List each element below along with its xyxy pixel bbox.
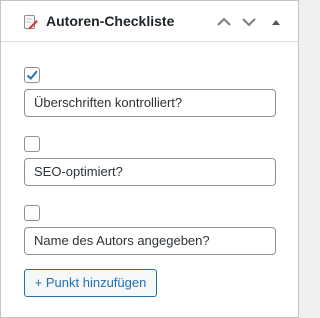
checklist-panel: Autoren-Checkliste Überschriften kontrol… bbox=[0, 0, 299, 318]
checklist-checkbox-3[interactable] bbox=[24, 205, 40, 221]
checklist-item-input-3[interactable]: Name des Autors angegeben? bbox=[24, 227, 276, 255]
checklist-item-input-1[interactable]: Überschriften kontrolliert? bbox=[24, 89, 276, 117]
edit-page-icon bbox=[23, 14, 39, 30]
toggle-panel-icon[interactable] bbox=[267, 13, 285, 31]
checklist-checkbox-1[interactable] bbox=[24, 67, 40, 83]
checklist-item-input-2[interactable]: SEO-optimiert? bbox=[24, 158, 276, 186]
panel-header: Autoren-Checkliste bbox=[1, 1, 298, 42]
checkmark-icon bbox=[26, 70, 38, 80]
add-item-button[interactable]: + Punkt hinzufügen bbox=[24, 269, 157, 297]
move-down-icon[interactable] bbox=[240, 13, 258, 31]
move-up-icon[interactable] bbox=[215, 13, 233, 31]
panel-title: Autoren-Checkliste bbox=[46, 13, 175, 29]
checklist-checkbox-2[interactable] bbox=[24, 136, 40, 152]
